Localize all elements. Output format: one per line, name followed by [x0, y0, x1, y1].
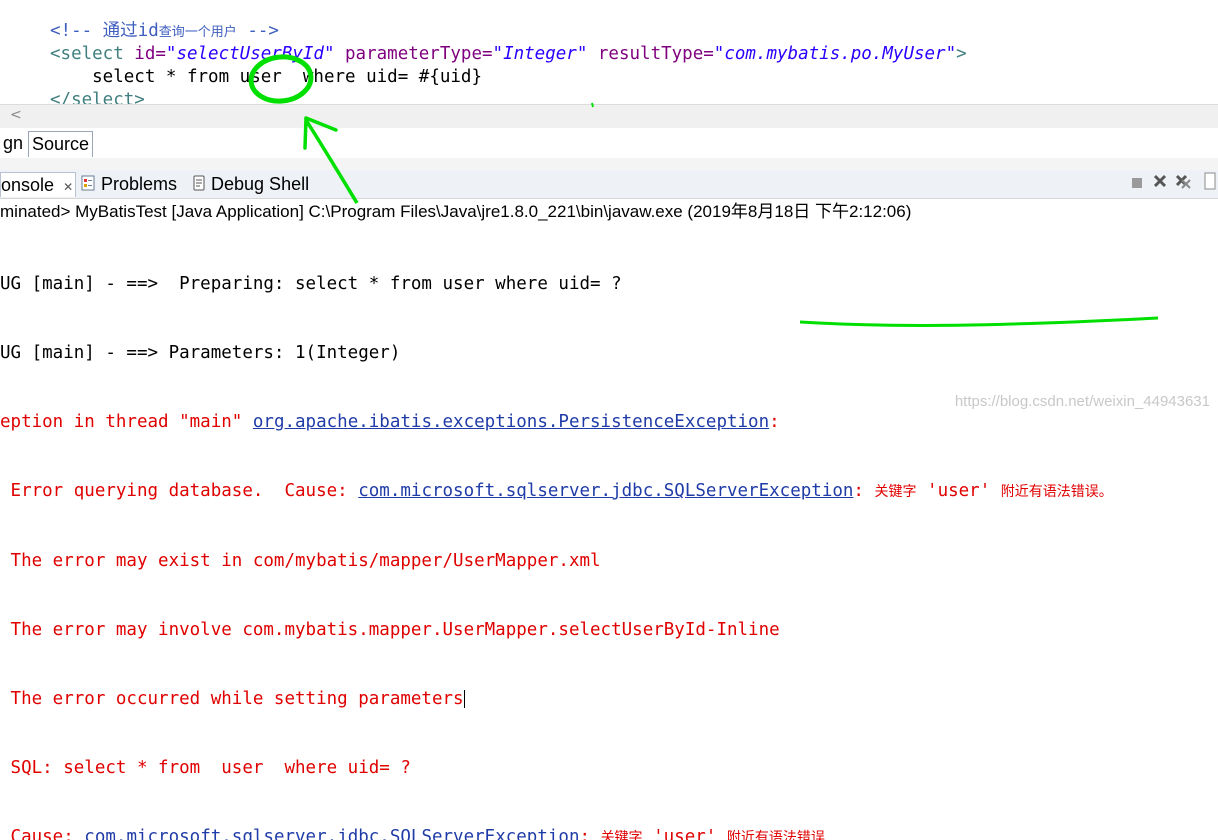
console-line: The error occurred while setting paramet… [0, 689, 465, 709]
annotation-circle [248, 54, 314, 104]
console-line: The error may exist in com/mybatis/mappe… [0, 551, 601, 571]
annotation-overlay [248, 54, 1159, 327]
console-line: The error may involve com.mybatis.mapper… [0, 620, 780, 640]
annotation-underline [799, 316, 1159, 327]
exception-link[interactable]: com.microsoft.sqlserver.jdbc.SQLServerEx… [84, 827, 579, 840]
console-line: SQL: select * from user where uid= ? [0, 758, 411, 778]
annotation-arrow-shaft [304, 119, 359, 204]
console-line: Error querying database. Cause: com.micr… [0, 481, 1113, 501]
exception-link[interactable]: com.microsoft.sqlserver.jdbc.SQLServerEx… [358, 481, 853, 501]
text-caret [463, 690, 465, 708]
console-line: Cause: com.microsoft.sqlserver.jdbc.SQLS… [0, 826, 1113, 840]
annotation-mark [591, 102, 594, 108]
